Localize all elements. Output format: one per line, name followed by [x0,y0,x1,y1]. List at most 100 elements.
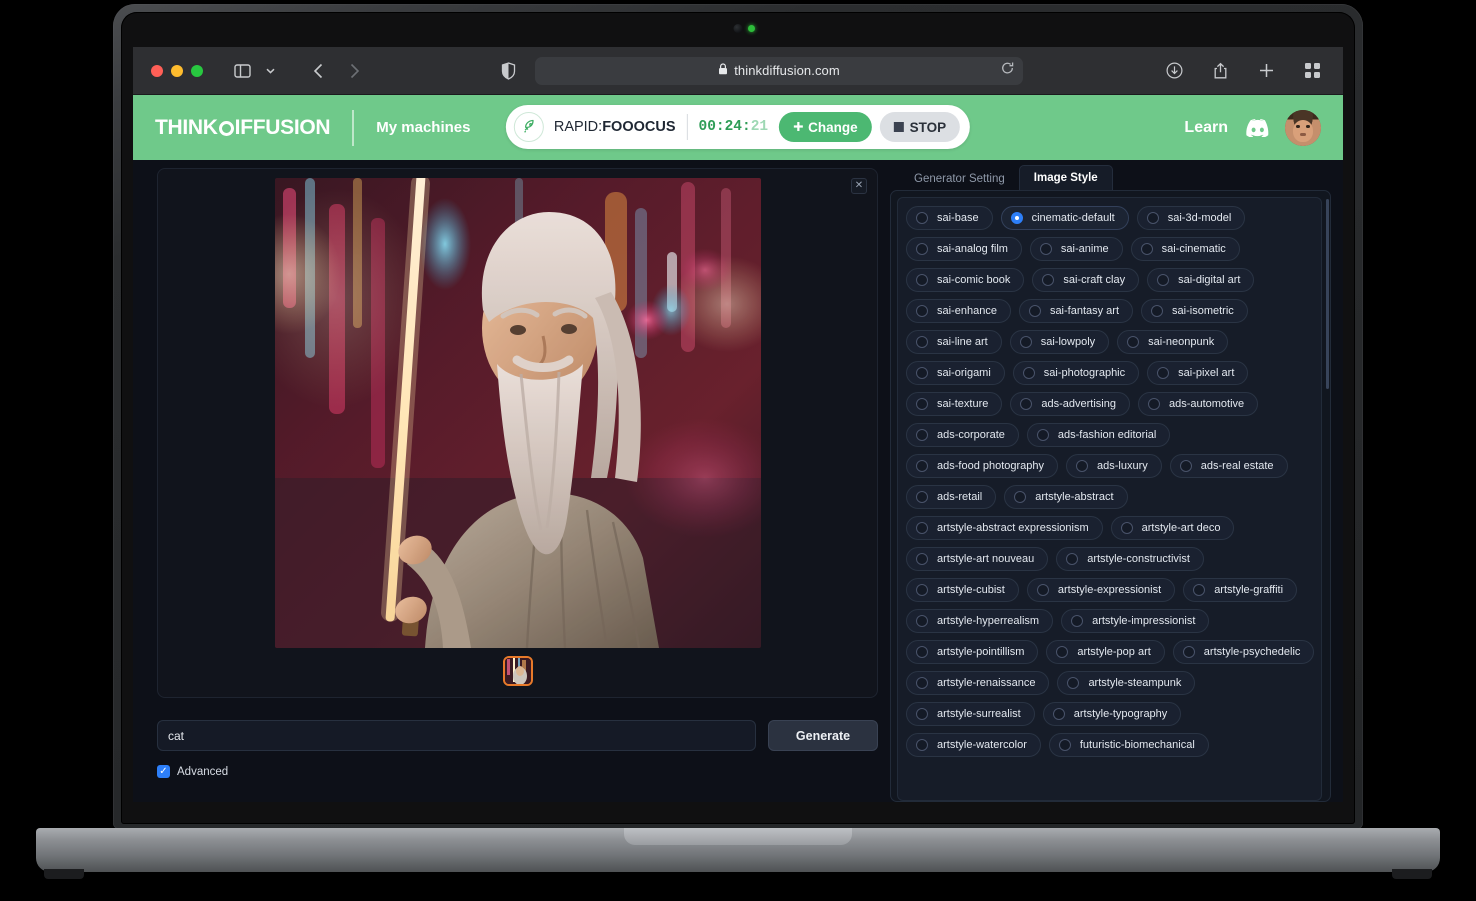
tab-image-style[interactable]: Image Style [1018,165,1113,191]
generate-button[interactable]: Generate [768,720,878,751]
style-option-sai-anime[interactable]: sai-anime [1029,237,1123,261]
shield-icon[interactable] [495,59,521,83]
style-option-artstyle-psychedelic[interactable]: artstyle-psychedelic [1172,640,1315,664]
style-option-sai-lowpoly[interactable]: sai-lowpoly [1009,330,1110,354]
style-option-artstyle-surrealist[interactable]: artstyle-surrealist [906,702,1035,726]
style-option-artstyle-steampunk[interactable]: artstyle-steampunk [1057,671,1196,695]
machine-status-pill: RAPID:FOOOCUS 00:24:21 Change STOP [505,105,971,149]
learn-link[interactable]: Learn [1184,119,1228,137]
style-option-sai-3d-model[interactable]: sai-3d-model [1136,206,1246,230]
download-icon[interactable] [1161,59,1187,83]
back-icon[interactable] [305,59,331,83]
style-option-sai-digital-art[interactable]: sai-digital art [1147,268,1255,292]
new-tab-icon[interactable] [1253,59,1279,83]
chevron-down-icon[interactable] [257,59,283,83]
maximize-window-button[interactable] [191,64,203,77]
radio-icon [1036,429,1049,441]
webcam-icon [733,24,743,33]
style-option-sai-photographic[interactable]: sai-photographic [1012,361,1140,385]
style-option-artstyle-abstract-expressionism[interactable]: artstyle-abstract expressionism [906,516,1103,540]
close-window-button[interactable] [151,64,163,77]
style-option-sai-cinematic[interactable]: sai-cinematic [1130,237,1240,261]
style-option-label: artstyle-expressionist [1057,584,1162,596]
style-option-artstyle-constructivist[interactable]: artstyle-constructivist [1056,547,1204,571]
thinkdiffusion-logo[interactable]: THINK IFFUSION [155,116,331,140]
radio-icon [1042,274,1055,286]
style-option-ads-food-photography[interactable]: ads-food photography [906,454,1059,478]
style-option-artstyle-art-nouveau[interactable]: artstyle-art nouveau [906,547,1049,571]
style-option-sai-analog-film[interactable]: sai-analog film [906,237,1022,261]
style-option-artstyle-art-deco[interactable]: artstyle-art deco [1110,516,1235,540]
style-option-sai-origami[interactable]: sai-origami [906,361,1005,385]
style-option-artstyle-watercolor[interactable]: artstyle-watercolor [906,733,1041,757]
style-option-sai-craft-clay[interactable]: sai-craft clay [1032,268,1140,292]
tab-generator-setting[interactable]: Generator Setting [900,167,1019,191]
style-option-artstyle-abstract[interactable]: artstyle-abstract [1004,485,1128,509]
panel-scrollbar[interactable] [1326,199,1329,389]
style-option-artstyle-hyperrealism[interactable]: artstyle-hyperrealism [906,609,1054,633]
style-option-sai-base[interactable]: sai-base [906,206,993,230]
sidebar-icon[interactable] [229,59,255,83]
style-option-ads-automotive[interactable]: ads-automotive [1137,392,1259,416]
forward-icon[interactable] [341,59,367,83]
radio-icon [916,274,928,286]
style-option-futuristic-biomechanical[interactable]: futuristic-biomechanical [1048,733,1209,757]
style-option-artstyle-expressionist[interactable]: artstyle-expressionist [1026,578,1176,602]
radio-icon [1056,646,1069,658]
style-option-sai-isometric[interactable]: sai-isometric [1141,299,1248,323]
style-option-artstyle-cubist[interactable]: artstyle-cubist [906,578,1019,602]
style-option-sai-pixel-art[interactable]: sai-pixel art [1147,361,1249,385]
style-option-ads-fashion-editorial[interactable]: ads-fashion editorial [1026,423,1171,447]
style-option-sai-texture[interactable]: sai-texture [906,392,1003,416]
generated-image[interactable] [274,178,761,648]
style-option-label: sai-digital art [1178,274,1241,286]
radio-icon [1066,553,1079,565]
style-option-artstyle-impressionist[interactable]: artstyle-impressionist [1061,609,1210,633]
tab-overview-icon[interactable] [1299,59,1325,83]
style-option-ads-real-estate[interactable]: ads-real estate [1169,454,1288,478]
my-machines-link[interactable]: My machines [376,119,470,136]
style-option-ads-advertising[interactable]: ads-advertising [1010,392,1130,416]
style-option-label: artstyle-art nouveau [937,553,1035,565]
share-icon[interactable] [1207,59,1233,83]
style-option-ads-corporate[interactable]: ads-corporate [906,423,1019,447]
advanced-checkbox[interactable]: ✓ [157,765,170,778]
style-option-ads-luxury[interactable]: ads-luxury [1066,454,1162,478]
style-option-label: ads-food photography [937,460,1045,472]
style-option-sai-comic-book[interactable]: sai-comic book [906,268,1025,292]
style-option-sai-fantasy-art[interactable]: sai-fantasy art [1018,299,1134,323]
style-option-artstyle-typography[interactable]: artstyle-typography [1042,702,1182,726]
close-icon[interactable]: ✕ [851,178,867,194]
style-option-cinematic-default[interactable]: cinematic-default [1000,206,1129,230]
style-option-artstyle-graffiti[interactable]: artstyle-graffiti [1183,578,1298,602]
style-option-artstyle-pointillism[interactable]: artstyle-pointillism [906,640,1039,664]
style-option-sai-neonpunk[interactable]: sai-neonpunk [1117,330,1229,354]
radio-icon [1147,398,1160,410]
plus-icon [793,120,804,135]
minimize-window-button[interactable] [171,64,183,77]
radio-icon [916,677,928,689]
change-machine-button[interactable]: Change [779,112,872,142]
style-option-artstyle-renaissance[interactable]: artstyle-renaissance [906,671,1050,695]
style-option-artstyle-pop-art[interactable]: artstyle-pop art [1046,640,1165,664]
radio-icon [916,739,928,751]
radio-icon [1140,243,1153,255]
style-option-label: artstyle-watercolor [937,739,1027,751]
radio-icon [916,212,928,224]
generated-thumbnail-1[interactable] [502,656,533,686]
discord-icon[interactable] [1244,118,1269,137]
style-option-sai-enhance[interactable]: sai-enhance [906,299,1011,323]
style-option-sai-line-art[interactable]: sai-line art [906,330,1002,354]
prompt-input[interactable] [157,720,756,751]
style-option-label: futuristic-biomechanical [1079,739,1195,751]
style-option-ads-retail[interactable]: ads-retail [906,485,997,509]
window-controls[interactable] [151,64,203,77]
avatar[interactable] [1285,109,1321,146]
radio-icon [916,522,928,534]
url-bar[interactable]: thinkdiffusion.com [535,56,1023,85]
radio-icon [916,708,928,720]
radio-icon [1022,367,1035,379]
stop-machine-button[interactable]: STOP [879,112,961,142]
timer-hm: 00:24: [698,119,751,135]
reload-icon[interactable] [1001,61,1014,80]
